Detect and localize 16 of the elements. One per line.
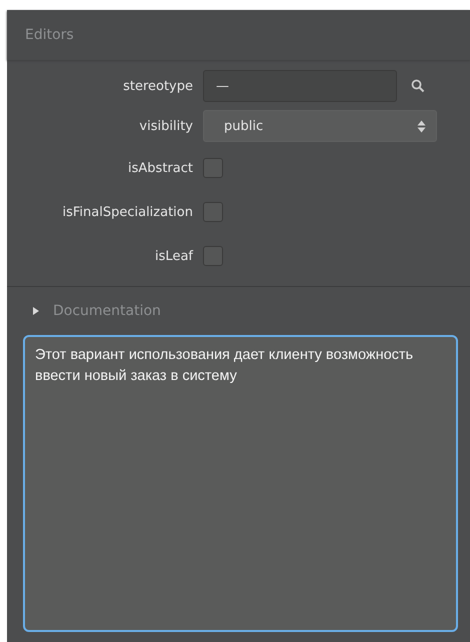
panel-title: Editors [25,27,74,43]
search-icon[interactable] [411,79,425,93]
field-label: stereotype [122,78,194,94]
expand-triangle-icon[interactable] [33,307,39,315]
field-label: visibility [138,118,194,134]
checkbox[interactable] [203,158,223,178]
visibility-select[interactable]: public [203,110,437,142]
checkbox[interactable] [203,202,223,222]
checkbox-label: isAbstract [127,160,194,176]
documentation-text-area[interactable]: Этот вариант использования дает клиенту возможность ввести новый заказ в систему [23,335,458,632]
documentation-text: Этот вариант использования дает клиенту возможность ввести новый заказ в систему [35,347,414,384]
stereotype-field[interactable]: — [203,70,397,102]
checkbox-label: isFinalSpecialization [62,204,194,220]
checkbox-label: isLeaf [154,248,194,264]
updown-icon [417,120,426,132]
checkbox[interactable] [203,246,223,266]
